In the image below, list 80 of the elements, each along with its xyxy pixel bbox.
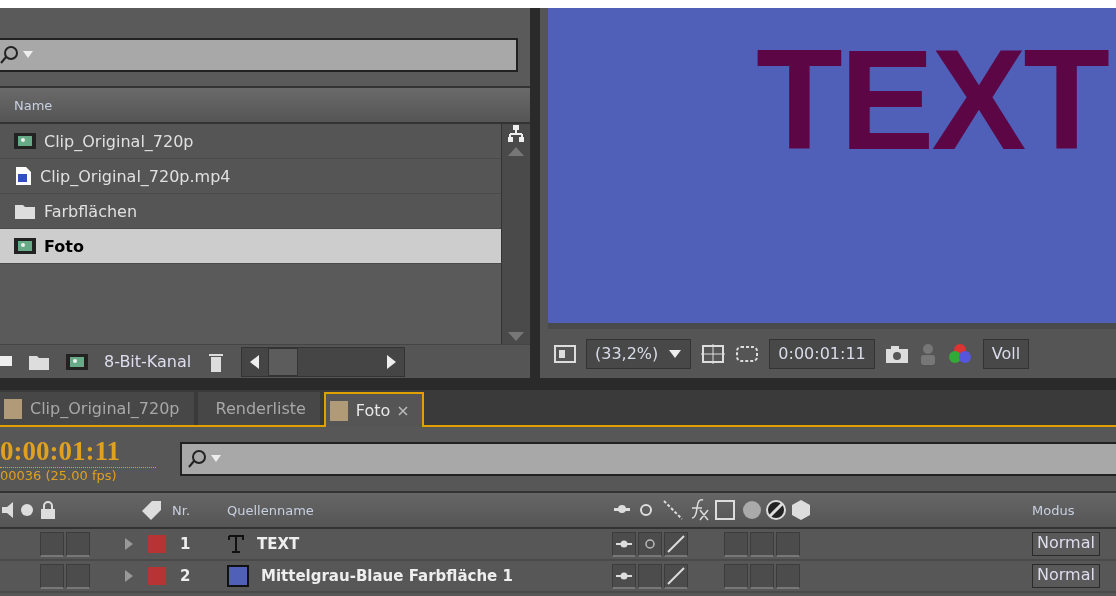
project-item[interactable]: Clip_Original_720p xyxy=(0,124,501,159)
switch-toggle[interactable] xyxy=(40,531,64,557)
collapse-switch[interactable] xyxy=(638,563,662,589)
composition-icon xyxy=(66,352,88,371)
search-field[interactable] xyxy=(180,442,1116,476)
solid-swatch xyxy=(227,565,249,587)
frame-count: 00036 (25.00 fps) xyxy=(0,467,118,483)
quality-switch[interactable] xyxy=(664,531,688,557)
switch-toggle[interactable] xyxy=(750,531,774,557)
number-column-label: Nr. xyxy=(172,502,190,518)
composition-text: TEXT xyxy=(756,22,1107,179)
project-item[interactable]: Farbflächen xyxy=(0,194,501,229)
label-color[interactable] xyxy=(148,567,166,585)
folder-icon xyxy=(14,202,36,220)
slash-icon xyxy=(667,534,685,553)
panel-tab[interactable]: Renderliste xyxy=(197,392,320,425)
project-item[interactable]: Clip_Original_720p.mp4 xyxy=(0,159,501,194)
bit-depth-button[interactable]: 8-Bit-Kanal xyxy=(104,352,192,371)
switch-toggle[interactable] xyxy=(750,563,774,589)
composition-icon xyxy=(14,132,36,150)
search-icon xyxy=(188,449,206,469)
switch-toggle[interactable] xyxy=(776,563,800,589)
shy-icon xyxy=(616,570,632,581)
camera-icon xyxy=(884,343,909,364)
shy-switch[interactable] xyxy=(612,563,636,589)
current-time[interactable]: 0:00:01:11 xyxy=(0,435,156,468)
quality-switch[interactable] xyxy=(664,563,688,589)
panel-tab[interactable]: Clip_Original_720p xyxy=(0,392,194,425)
shy-icon xyxy=(616,538,632,549)
switch-toggle[interactable] xyxy=(776,531,800,557)
shy-switch[interactable] xyxy=(612,531,636,557)
video-file-icon xyxy=(14,166,32,186)
switch-toggle[interactable] xyxy=(40,563,64,589)
mode-dropdown[interactable]: Normal xyxy=(1032,532,1100,556)
panel-tab[interactable]: Foto xyxy=(323,392,425,427)
search-field[interactable] xyxy=(0,38,518,72)
mode-column-label: Modus xyxy=(1032,502,1075,518)
name-column-label[interactable]: Name xyxy=(14,97,53,113)
project-item[interactable]: Foto xyxy=(0,229,501,264)
mask-icon xyxy=(735,343,760,364)
layer-name[interactable]: Mittelgrau-Blaue Farbfläche 1 xyxy=(261,567,513,585)
zoom-dropdown[interactable]: (33,2%) xyxy=(586,338,692,369)
search-icon xyxy=(0,45,18,65)
slash-icon xyxy=(667,566,685,585)
person-icon xyxy=(918,342,937,365)
scroll-thumb[interactable] xyxy=(268,347,299,376)
color-channels-icon xyxy=(946,342,973,365)
color-swatch xyxy=(4,398,22,419)
switch-toggle[interactable] xyxy=(66,563,90,589)
timecode-field[interactable]: 0:00:01:11 xyxy=(769,338,875,369)
resolution-dropdown[interactable]: Voll xyxy=(982,338,1030,369)
tag-icon xyxy=(140,499,164,521)
layer-number: 1 xyxy=(180,535,191,553)
lock-icon xyxy=(40,501,56,519)
horizontal-scrollbar[interactable] xyxy=(241,346,406,377)
switch-toggle[interactable] xyxy=(724,531,748,557)
source-column-label: Quellenname xyxy=(227,502,314,518)
caret-icon xyxy=(22,50,34,60)
mode-dropdown[interactable]: Normal xyxy=(1032,564,1100,588)
expand-icon[interactable] xyxy=(124,569,134,583)
scroll-left-icon xyxy=(248,353,261,370)
label-color[interactable] xyxy=(148,535,166,553)
caret-icon xyxy=(210,454,222,464)
switch-toggle[interactable] xyxy=(66,531,90,557)
solo-icon xyxy=(20,503,34,517)
grid-icon xyxy=(701,342,726,365)
scrollbar[interactable] xyxy=(501,124,530,344)
close-icon xyxy=(398,405,409,416)
region-icon xyxy=(554,343,576,364)
text-layer-icon xyxy=(227,534,245,554)
audio-icon xyxy=(0,500,14,520)
switch-toggle[interactable] xyxy=(724,563,748,589)
caret-icon xyxy=(668,347,683,360)
collapse-switch[interactable] xyxy=(638,531,662,557)
color-swatch xyxy=(329,400,348,421)
expand-icon[interactable] xyxy=(124,537,134,551)
flowchart-icon xyxy=(507,124,525,144)
layer-number: 2 xyxy=(180,567,191,585)
layer-name[interactable]: TEXT xyxy=(257,535,300,553)
composition-icon xyxy=(14,237,36,255)
